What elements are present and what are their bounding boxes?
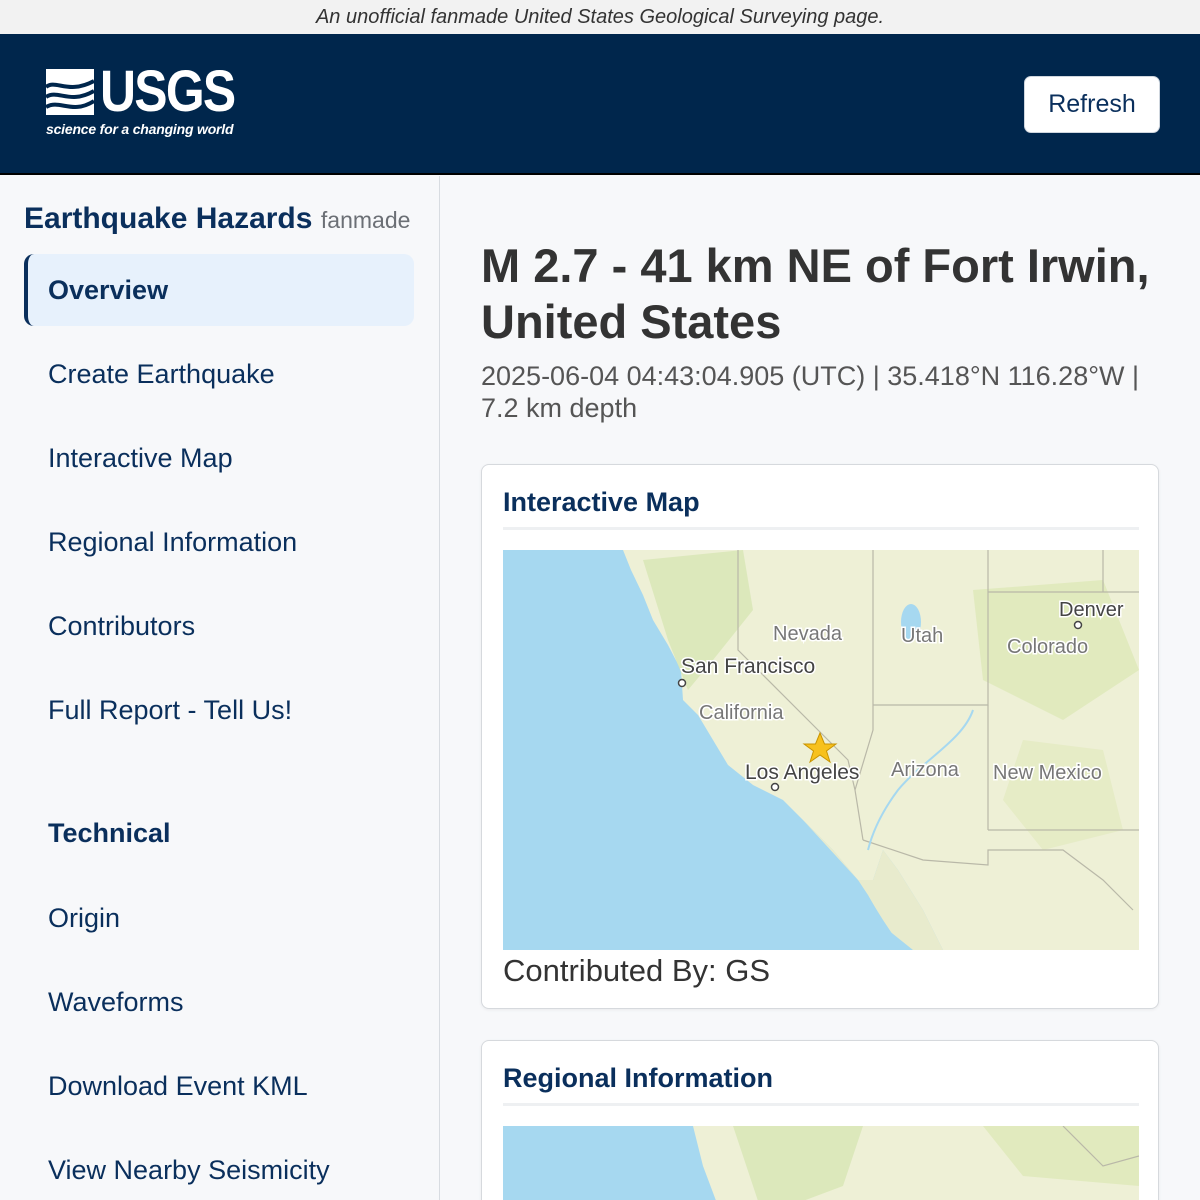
map-marker-denver xyxy=(1073,620,1083,630)
disclaimer-banner: An unofficial fanmade United States Geol… xyxy=(0,0,1200,34)
app-title-main: Earthquake Hazards xyxy=(24,202,313,235)
sidebar-item-download-kml[interactable]: Download Event KML xyxy=(24,1050,414,1122)
sidebar-item-origin[interactable]: Origin xyxy=(24,882,414,954)
regional-map-graphic xyxy=(503,1126,1139,1200)
sidebar-item-overview[interactable]: Overview xyxy=(24,254,414,326)
site-header: USGS science for a changing world Refres… xyxy=(0,34,1200,175)
map-label-san-francisco: San Francisco xyxy=(681,655,815,678)
sidebar-item-nearby-seismicity[interactable]: View Nearby Seismicity xyxy=(24,1134,414,1200)
interactive-map-card: Interactive Map Nevada Utah Denver Color… xyxy=(481,464,1159,1009)
card-divider xyxy=(503,527,1139,530)
map-label-denver: Denver xyxy=(1059,599,1124,621)
usgs-logo[interactable]: USGS science for a changing world xyxy=(46,63,246,141)
map-label-california: California xyxy=(699,702,784,724)
card-divider xyxy=(503,1103,1139,1106)
usgs-wave-icon xyxy=(46,69,94,115)
map-label-utah: Utah xyxy=(901,625,943,647)
sidebar-item-contributors[interactable]: Contributors xyxy=(24,590,414,662)
regional-information-card-title: Regional Information xyxy=(503,1063,773,1093)
usgs-logo-tagline: science for a changing world xyxy=(46,121,234,137)
map-label-nevada: Nevada xyxy=(773,623,843,645)
event-meta: 2025-06-04 04:43:04.905 (UTC) | 35.418°N… xyxy=(481,361,1140,423)
regional-map[interactable] xyxy=(503,1126,1139,1200)
sidebar-item-create-earthquake[interactable]: Create Earthquake xyxy=(24,338,414,410)
regional-information-card: Regional Information xyxy=(481,1040,1159,1200)
interactive-map-card-title: Interactive Map xyxy=(503,487,700,517)
sidebar-item-interactive-map[interactable]: Interactive Map xyxy=(24,422,414,494)
event-title: M 2.7 - 41 km NE of Fort Irwin, United S… xyxy=(481,239,1150,348)
sidebar-item-regional-information[interactable]: Regional Information xyxy=(24,506,414,578)
sidebar-item-waveforms[interactable]: Waveforms xyxy=(24,966,414,1038)
interactive-map[interactable]: Nevada Utah Denver Colorado San Francisc… xyxy=(503,550,1139,950)
refresh-button[interactable]: Refresh xyxy=(1024,76,1160,133)
usgs-logo-text: USGS xyxy=(100,59,236,124)
map-marker-san-francisco xyxy=(677,678,687,688)
map-marker-los-angeles xyxy=(770,782,780,792)
app-title[interactable]: Earthquake Hazards fanmade xyxy=(24,202,410,236)
app-title-subtitle: fanmade xyxy=(320,207,411,233)
sidebar-item-full-report[interactable]: Full Report - Tell Us! xyxy=(24,674,414,746)
map-label-colorado: Colorado xyxy=(1007,636,1088,658)
main-content: M 2.7 - 41 km NE of Fort Irwin, United S… xyxy=(441,176,1200,1200)
sidebar: Earthquake Hazards fanmade Overview Crea… xyxy=(0,176,440,1200)
map-label-new-mexico: New Mexico xyxy=(993,762,1102,784)
sidebar-section-technical: Technical xyxy=(48,818,171,848)
map-contributed-by: Contributed By: GS xyxy=(503,953,771,988)
map-label-los-angeles: Los Angeles xyxy=(745,761,859,784)
map-graphic: Nevada Utah Denver Colorado San Francisc… xyxy=(503,550,1139,950)
map-label-arizona: Arizona xyxy=(891,759,960,781)
